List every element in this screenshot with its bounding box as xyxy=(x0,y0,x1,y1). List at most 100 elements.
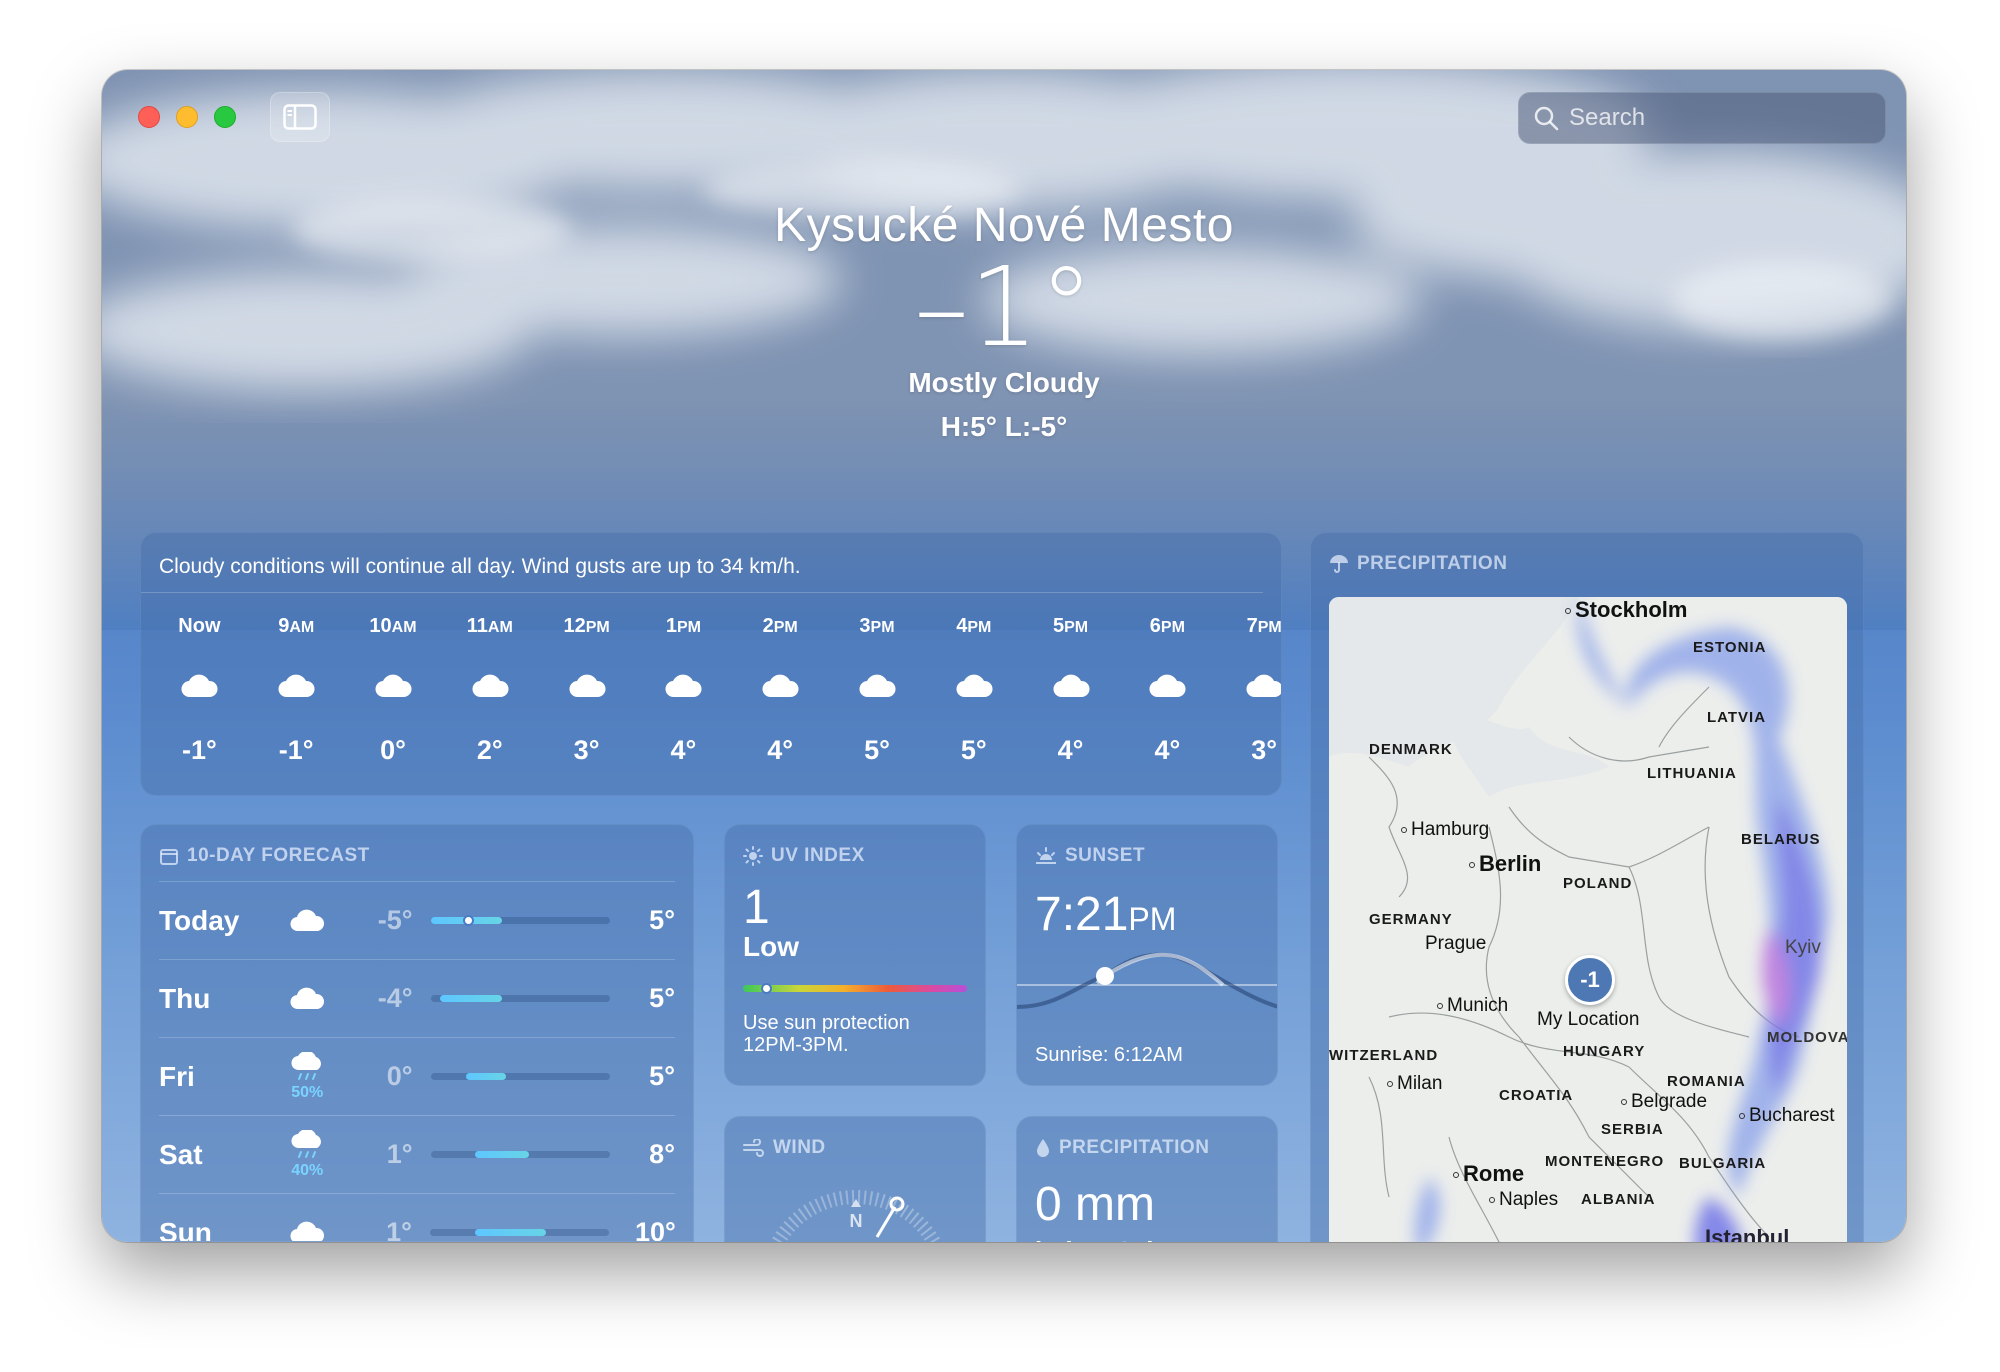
hour-temperature: 4° xyxy=(767,735,794,765)
weather-window: Kysucké Nové Mesto –1° Mostly Cloudy H:5… xyxy=(102,70,1906,1242)
day-name: Sat xyxy=(159,1138,203,1170)
map-city-bucharest: Bucharest xyxy=(1739,1105,1835,1127)
uv-note: Use sun protection 12PM-3PM. xyxy=(743,1012,910,1056)
search-field[interactable] xyxy=(1518,92,1886,144)
map-city-munich: Munich xyxy=(1437,995,1508,1017)
cloud-icon xyxy=(829,673,926,713)
precipitation-map-card[interactable]: PRECIPITATION Stockholm ESTONIA LATVIA D… xyxy=(1310,532,1864,1242)
search-icon xyxy=(1534,106,1559,131)
sunset-time-value: 7:21 xyxy=(1035,888,1129,941)
hour-item: 5PM5PM4° xyxy=(1022,593,1119,766)
search-input[interactable] xyxy=(1569,104,1869,132)
map-city-rome: Rome xyxy=(1453,1161,1524,1187)
map-country-latvia: LATVIA xyxy=(1707,709,1767,726)
map-country-montenegro: MONTENEGRO xyxy=(1545,1153,1665,1170)
map-city-prague: Prague xyxy=(1425,933,1487,954)
temp-range-bar xyxy=(430,915,610,926)
temp-range-bar xyxy=(429,1229,609,1236)
map-country-albania: ALBANIA xyxy=(1581,1191,1656,1208)
ten-day-title: 10-DAY FORECAST xyxy=(187,845,370,866)
sunset-card[interactable]: SUNSET 7:21PM Sunrise: 6:12AM xyxy=(1016,824,1278,1086)
sidebar-toggle-button[interactable] xyxy=(270,92,330,142)
current-condition: Mostly Cloudy xyxy=(908,367,1100,398)
cloud-icon xyxy=(248,673,345,713)
sun-position-dot xyxy=(1096,967,1114,985)
hour-temperature: 4° xyxy=(1057,735,1084,765)
hour-temperature: 3° xyxy=(1251,735,1278,765)
hour-temperature: 3° xyxy=(573,735,600,765)
compass-north-label: N xyxy=(850,1211,863,1231)
hour-item: 11AM11AM2° xyxy=(441,593,538,766)
precipitation-title: PRECIPITATION xyxy=(1059,1137,1210,1158)
forecast-day-row[interactable]: Thu -4° 5° xyxy=(159,960,675,1038)
uv-index-card[interactable]: UV INDEX 1 Low Use sun protection 12PM-3… xyxy=(724,824,986,1086)
zoom-button[interactable] xyxy=(214,106,236,128)
my-location-label: My Location xyxy=(1537,1009,1640,1030)
sun-icon xyxy=(743,846,763,866)
cloud-icon xyxy=(538,673,635,713)
map-country-serbia: SERBIA xyxy=(1601,1121,1664,1138)
wind-card[interactable]: WIND N xyxy=(724,1116,986,1242)
precipitation-map[interactable]: Stockholm ESTONIA LATVIA DENMARK LITHUAN… xyxy=(1329,597,1847,1242)
map-country-bulgaria: BULGARIA xyxy=(1679,1155,1767,1172)
rain-cloud-icon: 50% xyxy=(268,1051,346,1102)
hour-item: 4PM4PM5° xyxy=(925,593,1022,766)
cloud-icon xyxy=(635,673,732,713)
map-city-kyiv: Kyiv xyxy=(1785,937,1821,958)
my-location-pin[interactable]: -1 xyxy=(1565,955,1615,1005)
day-low: -5° xyxy=(377,905,413,935)
temp-range-bar xyxy=(430,1151,610,1158)
cloud-icon xyxy=(1119,673,1216,713)
day-high: 5° xyxy=(649,983,675,1013)
hourly-list[interactable]: Now-1°9AM9AM-1°10AM10AM0°11AM11AM2°12PM1… xyxy=(141,593,1281,766)
close-button[interactable] xyxy=(138,106,160,128)
cloud-icon xyxy=(268,1221,346,1241)
hour-temperature: -1° xyxy=(278,735,314,765)
hourly-forecast-card[interactable]: Cloudy conditions will continue all day.… xyxy=(140,532,1282,796)
map-city-naples: Naples xyxy=(1489,1189,1558,1211)
uv-indicator xyxy=(761,983,772,994)
sunset-icon xyxy=(1036,847,1056,864)
precipitation-card[interactable]: PRECIPITATION 0 mm in last 24h xyxy=(1016,1116,1278,1242)
current-temp-dot xyxy=(462,915,474,926)
umbrella-icon xyxy=(1330,555,1348,573)
wind-compass: N xyxy=(770,1190,942,1242)
cloud-icon xyxy=(1022,673,1119,713)
forecast-day-row[interactable]: Fri 50% 0° 5° xyxy=(159,1038,675,1116)
minimize-button[interactable] xyxy=(176,106,198,128)
precipitation-value: 0 mm xyxy=(1035,1178,1155,1231)
map-country-germany: GERMANY xyxy=(1369,911,1453,928)
cloud-icon xyxy=(268,987,346,1011)
hour-item: 9AM9AM-1° xyxy=(248,593,345,766)
day-high: 5° xyxy=(649,905,675,935)
ten-day-forecast-card[interactable]: 10-DAY FORECAST Today -5° 5° Thu -4° 5° Fri 50%… xyxy=(140,824,694,1242)
droplet-icon xyxy=(1037,1139,1049,1157)
precip-chance: 40% xyxy=(291,1161,324,1179)
hour-temperature: 0° xyxy=(380,735,406,765)
map-country-romania: ROMANIA xyxy=(1667,1073,1746,1090)
hour-item: 7PM7PM3° xyxy=(1216,593,1281,766)
hour-label: Now xyxy=(178,615,221,637)
map-country-moldova: MOLDOVA xyxy=(1767,1029,1847,1046)
temp-range-bar xyxy=(430,995,610,1002)
forecast-day-row[interactable]: Today -5° 5° xyxy=(159,882,675,960)
day-low: 0° xyxy=(386,1061,413,1091)
map-country-lithuania: LITHUANIA xyxy=(1647,765,1737,782)
sidebar-icon xyxy=(283,104,317,130)
uv-title: UV INDEX xyxy=(771,845,865,866)
hour-temperature: 5° xyxy=(960,735,987,765)
hourly-summary: Cloudy conditions will continue all day.… xyxy=(141,533,1263,593)
day-high: 10° xyxy=(635,1217,676,1242)
forecast-day-row[interactable]: Sun 1° 10° xyxy=(159,1194,676,1242)
uv-scale-bar xyxy=(743,983,967,994)
forecast-day-row[interactable]: Sat 40% 1° 8° xyxy=(159,1116,675,1194)
calendar-icon xyxy=(160,849,178,865)
temp-range-bar xyxy=(430,1073,610,1080)
map-city-hamburg: Hamburg xyxy=(1401,819,1489,841)
sun-path-curve xyxy=(1017,952,1277,1009)
hour-temperature: -1° xyxy=(181,735,217,765)
precip-chance: 50% xyxy=(291,1083,324,1101)
current-conditions: Kysucké Nové Mesto –1° Mostly Cloudy H:5… xyxy=(102,198,1906,443)
hour-temperature: 5° xyxy=(864,735,890,765)
hour-item: 3PM3PM5° xyxy=(829,593,926,766)
